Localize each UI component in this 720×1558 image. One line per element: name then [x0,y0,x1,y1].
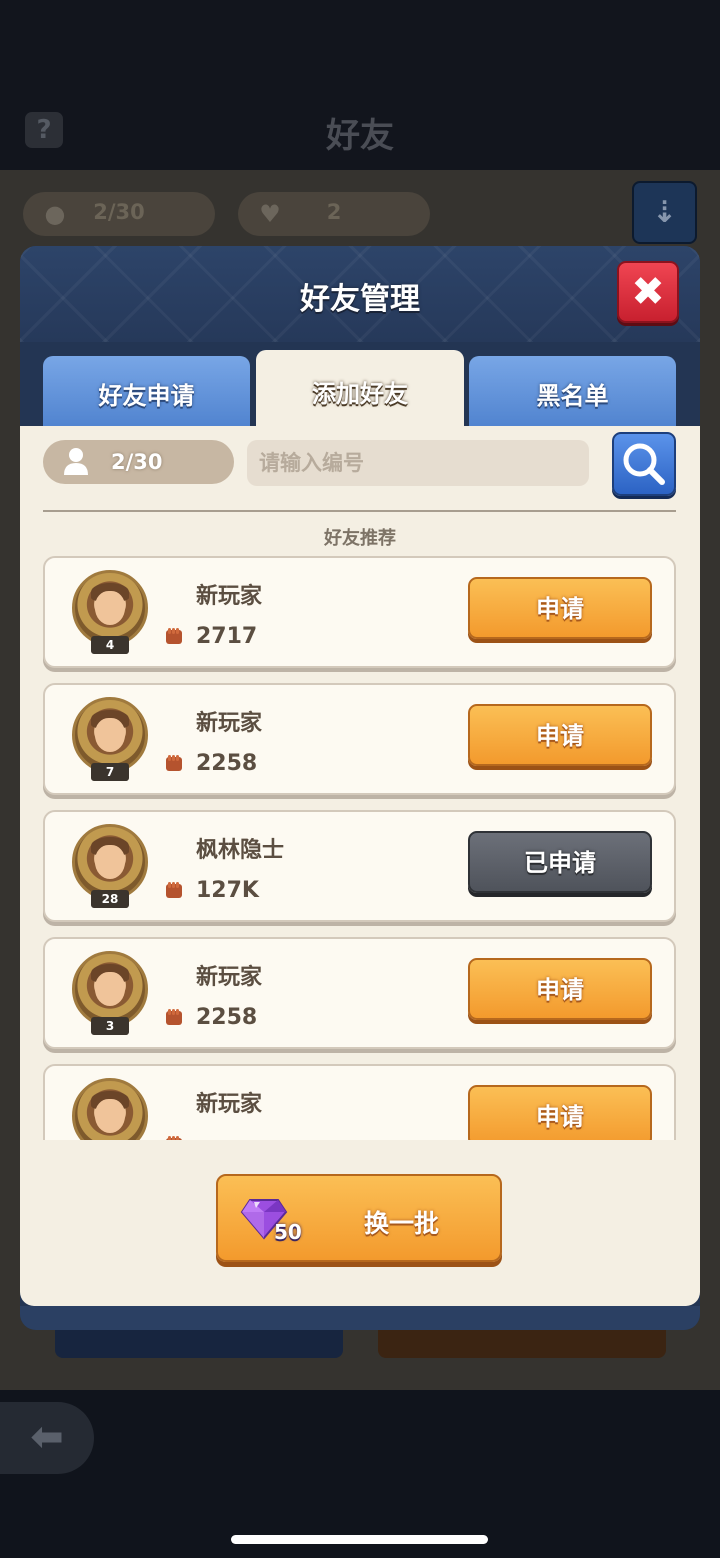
apply-button-label: 申请 [536,722,584,750]
avatar-face [95,845,125,879]
level-badge: 4 [91,636,129,654]
apply-button-label: 申请 [536,976,584,1004]
background-title: 好友 [326,116,394,156]
level-badge: 28 [91,890,129,908]
fist-icon [166,755,182,771]
fist-icon [166,628,182,644]
avatar[interactable] [72,951,148,1027]
player-name: 新玩家 [196,584,263,609]
power-value: 2258 [196,1005,258,1030]
search-icon [623,443,665,485]
avatar[interactable] [72,570,148,646]
list-item: 新玩家 申请 [43,1064,676,1140]
avatar[interactable] [72,824,148,900]
close-button[interactable]: ✖ [617,261,679,323]
refresh-batch-button[interactable]: 50 换一批 [216,1174,502,1262]
gem-cost: 50 [274,1220,302,1244]
friend-count-text: 2/30 [111,450,163,474]
friend-count-badge: 2/30 [43,440,234,484]
tab-blacklist[interactable]: 黑名单 [469,356,676,428]
avatar-face [95,972,125,1006]
apply-button-label: 申请 [536,1103,584,1131]
applied-button-label: 已申请 [524,849,596,877]
fist-icon [166,882,182,898]
background-bottom-bar [0,1390,720,1558]
player-id-input[interactable] [247,440,589,486]
avatar[interactable] [72,697,148,773]
list-item: 7 新玩家 2258 申请 [43,683,676,795]
apply-button-label: 申请 [536,595,584,623]
back-arrow-icon[interactable]: ⬅ [0,1402,94,1474]
dialog-title: 好友管理 [300,282,420,317]
player-name: 新玩家 [196,711,263,736]
power-value: 2258 [196,751,258,776]
search-button[interactable] [612,432,676,496]
close-icon: ✖ [631,269,665,315]
power-value: 127K [196,878,259,903]
avatar-face [95,1099,125,1133]
avatar[interactable] [72,1078,148,1140]
apply-button[interactable]: 申请 [468,1085,652,1140]
list-item: 28 枫林隐士 127K 已申请 [43,810,676,922]
tab-add-friend[interactable]: 添加好友 [256,350,464,428]
avatar-face [95,591,125,625]
player-name: 枫林隐士 [196,838,285,863]
friend-management-dialog: 好友管理 ✖ 好友申请 添加好友 黑名单 2/30 好友推荐 [20,246,700,1330]
player-name: 新玩家 [196,1092,263,1117]
background-likes-count-text: 2 [326,200,342,224]
home-indicator[interactable] [231,1535,488,1544]
power-value: 2717 [196,624,258,649]
divider [43,510,676,512]
recommend-list[interactable]: 4 新玩家 2717 申请 7 新玩家 2258 申请 28 枫林隐士 127K… [20,556,700,1140]
apply-button[interactable]: 申请 [468,704,652,766]
background-likes-count: ♥ 2 [238,192,430,236]
level-badge: 3 [91,1017,129,1035]
list-item: 3 新玩家 2258 申请 [43,937,676,1049]
fist-icon [166,1009,182,1025]
refresh-batch-label: 换一批 [364,1209,440,1238]
background-friend-count: ● 2/30 [23,192,215,236]
apply-button[interactable]: 申请 [468,958,652,1020]
dialog-footer [20,1306,700,1330]
avatar-face [95,718,125,752]
background-friend-count-text: 2/30 [93,200,145,224]
player-name: 新玩家 [196,965,263,990]
recommend-label: 好友推荐 [324,528,396,549]
add-friend-panel: 2/30 好友推荐 4 新玩家 2717 申请 [20,426,700,1306]
person-icon [64,448,88,475]
level-badge: 7 [91,763,129,781]
tab-friend-requests[interactable]: 好友申请 [43,356,250,428]
list-item: 4 新玩家 2717 申请 [43,556,676,668]
tab-label: 好友申请 [98,382,195,410]
fist-icon [166,1136,182,1140]
tab-label: 黑名单 [536,382,609,410]
tab-label: 添加好友 [312,380,408,408]
applied-button[interactable]: 已申请 [468,831,652,893]
sort-icon[interactable]: ⇣ [632,181,697,244]
apply-button[interactable]: 申请 [468,577,652,639]
